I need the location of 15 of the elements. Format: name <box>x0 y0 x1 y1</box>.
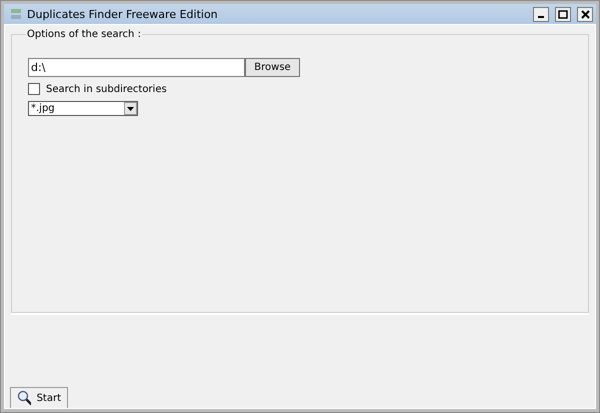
close-button[interactable] <box>577 6 593 22</box>
close-icon <box>580 10 590 18</box>
maximize-button[interactable] <box>555 6 571 22</box>
checkbox-label: Search in subdirectories <box>46 84 167 94</box>
app-icon <box>10 8 22 20</box>
window-title: Duplicates Finder Freeware Edition <box>27 8 219 20</box>
filter-dropdown[interactable]: *.jpg <box>28 101 138 116</box>
start-button[interactable]: Start <box>10 387 68 408</box>
minimize-button[interactable] <box>533 6 549 22</box>
folder-field[interactable]: d:\ <box>28 58 245 77</box>
maximize-icon <box>558 10 568 18</box>
search-icon <box>17 390 31 406</box>
subdirectories-checkbox[interactable] <box>28 83 40 95</box>
group-legend: Options of the search : <box>26 29 142 40</box>
browse-button[interactable]: Browse <box>245 58 300 77</box>
